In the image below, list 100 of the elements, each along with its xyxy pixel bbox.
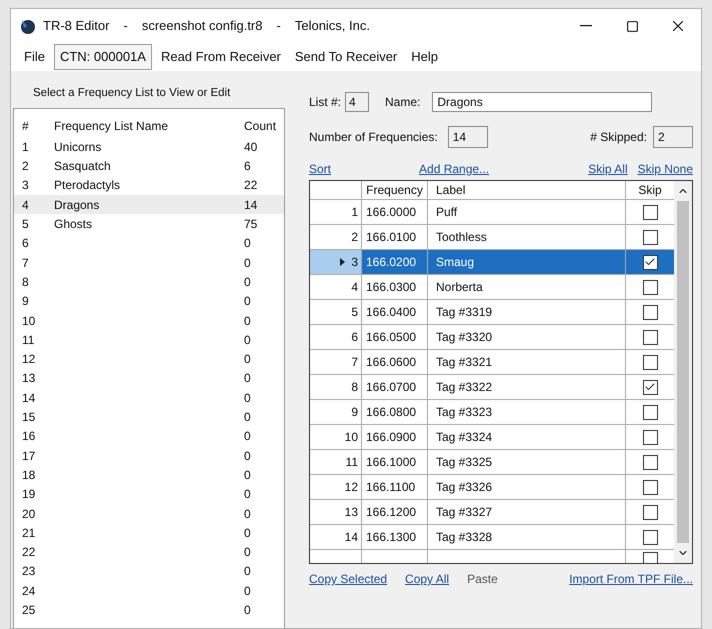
skip-checkbox[interactable] <box>642 530 658 544</box>
list-row[interactable]: 18 0 <box>14 465 284 485</box>
skip-checkbox[interactable] <box>642 480 658 494</box>
maximize-icon <box>626 20 638 32</box>
list-row[interactable]: 16 0 <box>14 426 284 446</box>
frequency-cell: 166.0600 <box>362 350 428 374</box>
label-cell: Toothless <box>428 225 626 249</box>
list-row[interactable]: 4 Dragons 14 <box>14 195 284 214</box>
grid-row[interactable]: 5 166.0400 Tag #3319 <box>310 300 674 325</box>
grid-row[interactable]: 14 166.1300 Tag #3328 <box>310 525 674 550</box>
list-number: 23 <box>21 565 36 578</box>
skip-checkbox[interactable] <box>642 354 658 370</box>
label-cell: Tag #3324 <box>428 425 626 449</box>
skip-checkbox[interactable] <box>642 230 658 244</box>
action-link[interactable]: Copy All <box>405 570 450 588</box>
check-icon <box>644 256 656 268</box>
label-cell: Tag #3327 <box>428 500 626 524</box>
grid-row[interactable]: 10 166.0900 Tag #3324 <box>310 425 674 450</box>
row-number: 9 <box>351 404 358 421</box>
list-count: 0 <box>243 372 251 384</box>
menu-item[interactable]: Send To Receiver <box>290 45 402 69</box>
skip-checkbox[interactable] <box>642 454 658 470</box>
list-number-field[interactable]: 4 <box>345 92 370 112</box>
list-row[interactable]: 13 0 <box>14 368 284 388</box>
list-row[interactable]: 25 0 <box>14 600 284 620</box>
list-row[interactable]: 22 0 <box>14 542 284 562</box>
skip-checkbox[interactable] <box>642 404 658 420</box>
list-number: 8 <box>21 276 30 288</box>
list-prompt: Select a Frequency List to View or Edit <box>33 86 232 101</box>
name-field[interactable]: Dragons <box>432 92 652 112</box>
list-count: 0 <box>243 584 251 597</box>
row-number: 13 <box>344 504 358 521</box>
list-row[interactable]: 12 0 <box>14 350 284 369</box>
skip-checkbox[interactable] <box>642 504 658 520</box>
skip-checkbox[interactable] <box>642 330 658 344</box>
list-row[interactable]: 20 0 <box>14 504 284 524</box>
frequency-cell: 166.0200 <box>362 250 428 274</box>
list-row[interactable]: 10 0 <box>14 310 284 330</box>
skip-checkbox[interactable] <box>642 280 658 294</box>
frequency-count-field[interactable]: 14 <box>448 126 488 148</box>
frequency-cell: 166.0900 <box>362 425 428 449</box>
list-row[interactable]: 23 0 <box>14 562 284 582</box>
list-row[interactable]: 11 0 <box>14 330 284 350</box>
grid-row[interactable]: 9 166.0800 Tag #3323 <box>310 400 674 425</box>
list-number: 17 <box>21 450 36 462</box>
label-cell: Smaug <box>428 250 626 274</box>
list-row[interactable]: 2 Sasquatch 6 <box>14 156 284 176</box>
column-header: Frequency List Name <box>53 118 170 136</box>
skip-checkbox[interactable] <box>642 254 658 270</box>
list-number: 10 <box>21 314 36 327</box>
list-count: 0 <box>243 392 251 404</box>
list-count: 0 <box>243 565 251 578</box>
skipped-field[interactable]: 2 <box>653 126 693 148</box>
sort-link[interactable]: Sort <box>309 160 332 178</box>
action-link[interactable]: Copy Selected <box>309 570 388 588</box>
skip-checkbox[interactable] <box>642 304 658 320</box>
list-row[interactable]: 3 Pterodactyls 22 <box>14 176 284 196</box>
scrollbar[interactable] <box>674 181 692 563</box>
list-count: 0 <box>243 256 251 269</box>
list-row[interactable]: 14 0 <box>14 388 284 408</box>
list-count: 0 <box>243 604 251 616</box>
skip-none-link[interactable]: Skip None <box>638 160 693 178</box>
menu-item[interactable]: Help <box>406 45 444 69</box>
list-row[interactable]: 15 0 <box>14 407 284 427</box>
skip-all-link[interactable]: Skip All <box>588 160 628 178</box>
skip-checkbox[interactable] <box>642 380 658 394</box>
grid-row[interactable]: 4 166.0300 Norberta <box>310 275 674 300</box>
label-cell: Tag #3323 <box>428 400 626 424</box>
skip-checkbox[interactable] <box>642 552 658 563</box>
list-number-label: List #: <box>309 94 342 111</box>
list-count: 22 <box>243 179 258 192</box>
list-row[interactable]: 1 Unicorns 40 <box>14 137 284 157</box>
list-row[interactable]: 24 0 <box>14 581 284 600</box>
skip-checkbox[interactable] <box>642 430 658 444</box>
list-row[interactable]: 8 0 <box>14 272 284 292</box>
grid-row[interactable]: 8 166.0700 Tag #3322 <box>310 375 674 400</box>
grid-row[interactable]: 12 166.1100 Tag #3326 <box>310 475 674 500</box>
menu-item[interactable]: Read From Receiver <box>156 45 286 69</box>
list-row[interactable]: 19 0 <box>14 484 284 504</box>
current-row-icon <box>340 258 346 266</box>
grid-row[interactable]: 1 166.0000 Puff <box>310 200 674 225</box>
list-row[interactable]: 17 0 <box>14 446 284 466</box>
list-number: 5 <box>21 218 30 230</box>
skip-checkbox[interactable] <box>642 204 658 220</box>
label-cell: Tag #3328 <box>428 525 626 549</box>
action-link[interactable]: Import From TPF File... <box>569 570 693 588</box>
menu-item[interactable]: File <box>19 45 50 69</box>
list-row[interactable]: 6 0 <box>14 234 284 254</box>
grid-row[interactable]: 7 166.0600 Tag #3321 <box>310 350 674 375</box>
ctn-menu-item[interactable]: CTN: 000001A <box>54 44 152 70</box>
add-range-link[interactable]: Add Range... <box>419 160 490 178</box>
grid-row[interactable]: 13 166.1200 Tag #3327 <box>310 500 674 525</box>
list-row[interactable]: 21 0 <box>14 523 284 542</box>
list-row[interactable]: 7 0 <box>14 253 284 272</box>
list-row[interactable]: 5 Ghosts 75 <box>14 214 284 234</box>
grid-row[interactable]: 3 166.0200 Smaug <box>310 250 674 275</box>
grid-row[interactable]: 6 166.0500 Tag #3320 <box>310 325 674 350</box>
list-row[interactable]: 9 0 <box>14 292 284 311</box>
grid-row[interactable]: 11 166.1000 Tag #3325 <box>310 450 674 475</box>
scrollbar-thumb[interactable] <box>677 201 689 543</box>
